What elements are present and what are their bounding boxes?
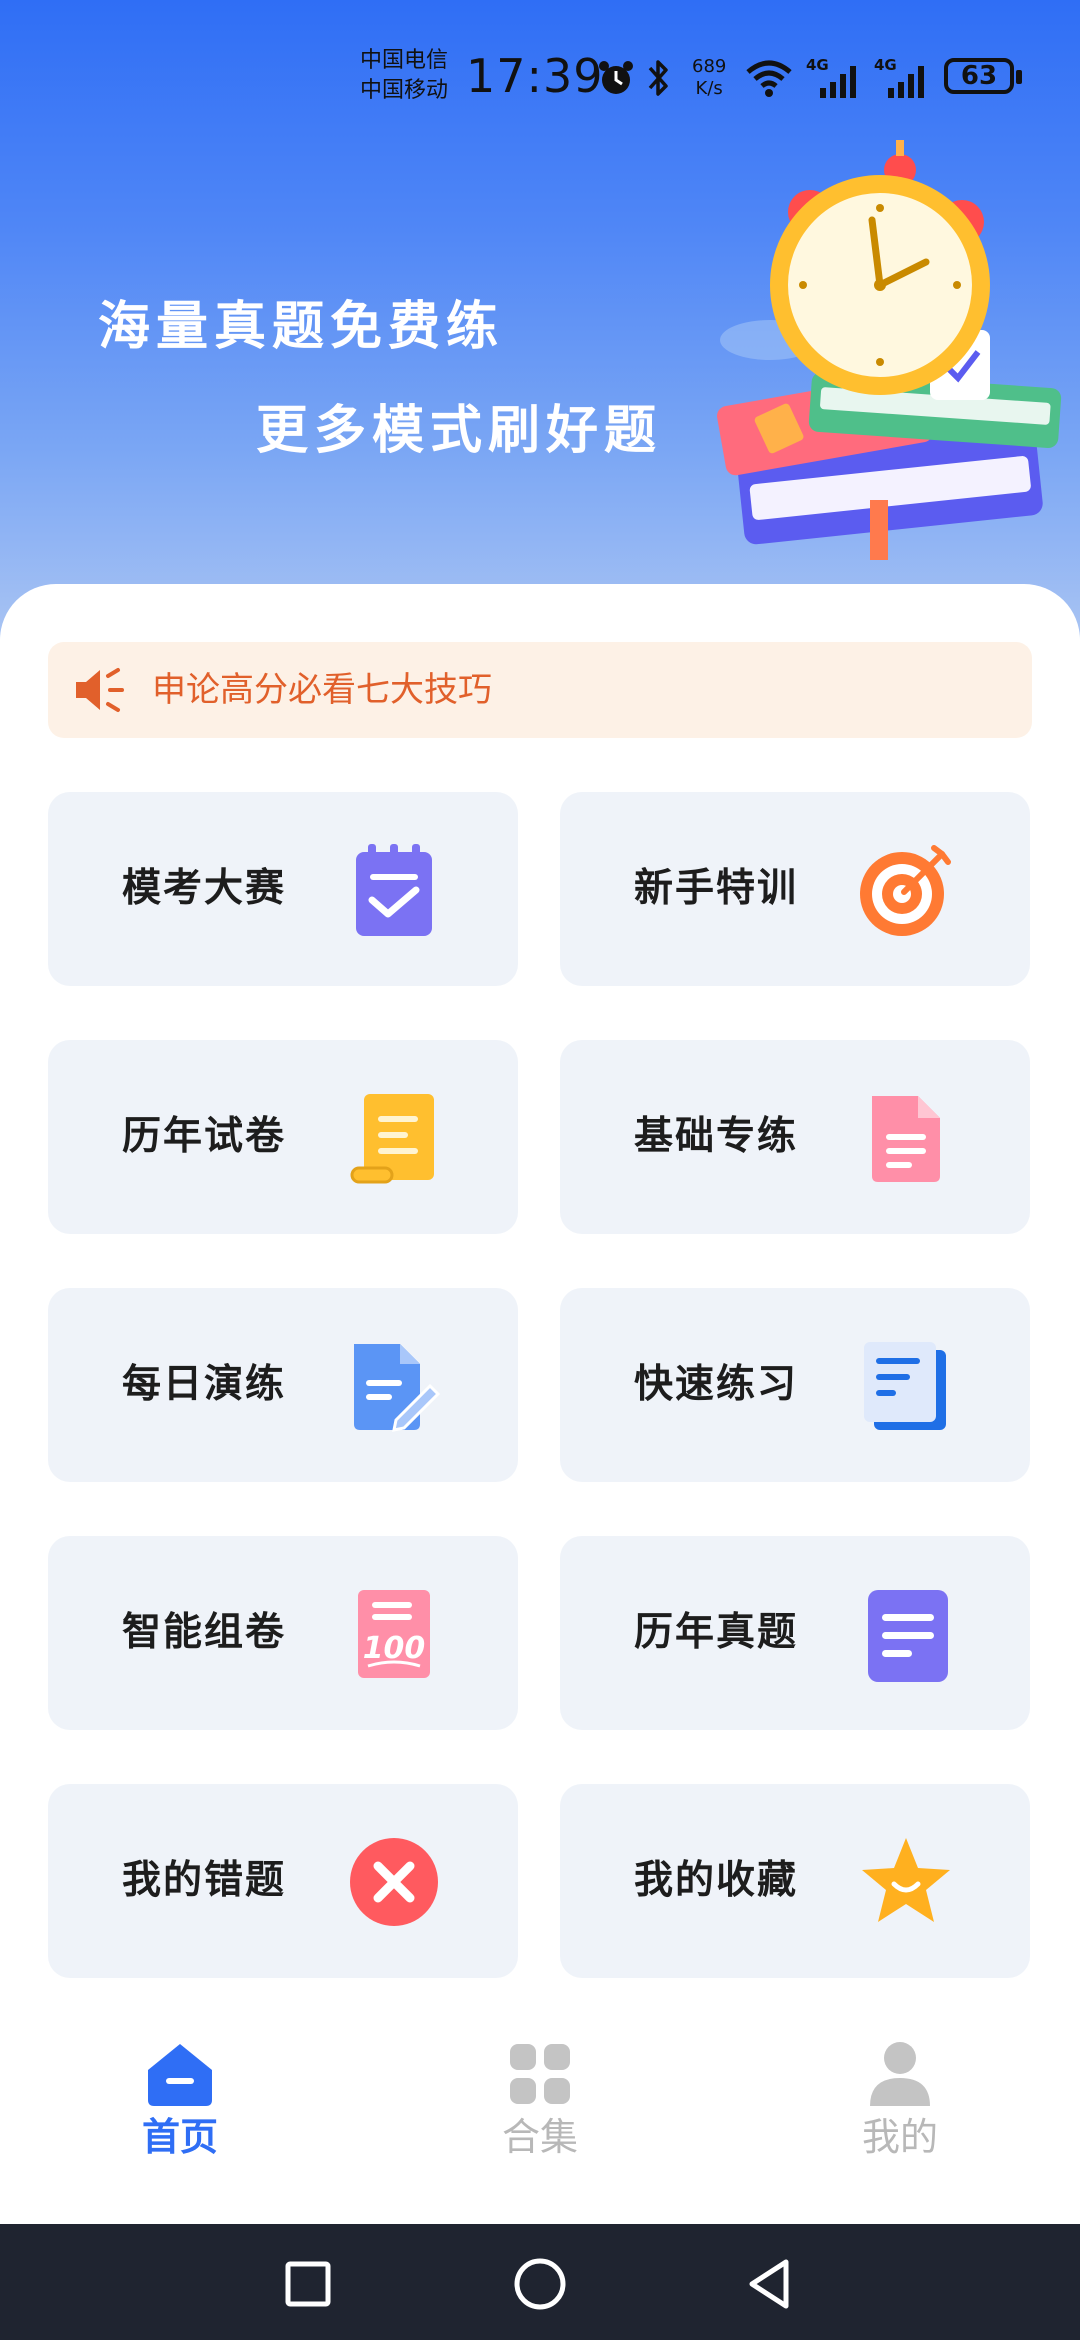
home-circle-icon[interactable] [510, 2254, 570, 2314]
text-document-icon [868, 1590, 948, 1682]
card-past-real-questions[interactable]: 历年真题 [560, 1536, 1030, 1730]
speed-unit: K/s [695, 78, 723, 99]
notice-text: 申论高分必看七大技巧 [152, 670, 492, 710]
card-label: 模考大赛 [122, 866, 287, 911]
signal-bars-2-icon [888, 66, 924, 98]
bottom-tab-bar: 首页 合集 我的 [0, 1998, 1080, 2224]
card-label: 快速练习 [634, 1362, 799, 1407]
signal-2: 4G [874, 56, 934, 100]
card-label: 新手特训 [634, 866, 799, 911]
battery-level: 63 [944, 58, 1022, 94]
target-icon [860, 845, 951, 936]
card-daily-drill[interactable]: 每日演练 [48, 1288, 518, 1482]
card-label: 历年真题 [634, 1610, 799, 1655]
card-label: 我的收藏 [634, 1858, 799, 1903]
system-nav-bar [0, 2224, 1080, 2340]
alarm-icon [599, 61, 633, 94]
tab-collection[interactable]: 合集 [440, 2038, 640, 2178]
card-past-papers[interactable]: 历年试卷 [48, 1040, 518, 1234]
card-label: 每日演练 [122, 1362, 287, 1407]
speed-value: 689 [692, 56, 727, 77]
card-label: 历年试卷 [122, 1114, 287, 1159]
card-beginner-training[interactable]: 新手特训 [560, 792, 1030, 986]
close-circle-icon [350, 1838, 438, 1926]
wifi-icon [746, 60, 792, 97]
notes-icon [864, 1342, 946, 1430]
recent-apps-icon[interactable] [278, 2254, 338, 2314]
carrier-info: 中国电信 中国移动 [360, 46, 448, 106]
notice-banner[interactable]: 申论高分必看七大技巧 [48, 642, 1032, 738]
card-label: 我的错题 [122, 1858, 287, 1903]
tab-home-label: 首页 [141, 2115, 218, 2159]
card-mock-exam[interactable]: 模考大赛 [48, 792, 518, 986]
tab-mine-label: 我的 [861, 2115, 938, 2159]
signal-bars-1-icon [820, 66, 856, 98]
user-icon [870, 2042, 930, 2106]
carrier-1: 中国电信 [360, 48, 449, 73]
network-speed: 689 K/s [692, 56, 726, 100]
speaker-icon [76, 668, 124, 712]
edit-document-icon [354, 1344, 441, 1432]
hero-slogan-2: 更多模式刷好题 [256, 401, 663, 461]
status-bar: 中国电信 中国移动 17:39 689 K/s 4G 4G 63 [0, 40, 1080, 120]
card-smart-paper[interactable]: 智能组卷 100 [48, 1536, 518, 1730]
home-icon [148, 2044, 212, 2106]
content-panel: 申论高分必看七大技巧 模考大赛 新手特训 历年试卷 基础专练 每日演练 快速练习… [0, 584, 1080, 2224]
tab-mine[interactable]: 我的 [800, 2038, 1000, 2178]
carrier-2: 中国移动 [360, 78, 449, 103]
hero-slogan-1: 海量真题免费练 [98, 297, 505, 357]
document-icon [872, 1096, 940, 1182]
card-my-favorites[interactable]: 我的收藏 [560, 1784, 1030, 1978]
card-basic-practice[interactable]: 基础专练 [560, 1040, 1030, 1234]
signal-1: 4G [806, 56, 866, 100]
status-time: 17:39 [466, 49, 604, 103]
star-icon [862, 1838, 950, 1922]
score-100-icon: 100 [358, 1590, 430, 1678]
bluetooth-icon [648, 60, 668, 96]
hero-banner: 中国电信 中国移动 17:39 689 K/s 4G 4G 63 海量真题免费练… [0, 0, 1080, 640]
clipboard-check-icon [356, 844, 432, 936]
scroll-icon [350, 1094, 434, 1184]
tab-collection-label: 合集 [501, 2115, 578, 2159]
card-my-mistakes[interactable]: 我的错题 [48, 1784, 518, 1978]
card-label: 基础专练 [634, 1114, 799, 1159]
grid-icon [510, 2044, 570, 2104]
card-quick-practice[interactable]: 快速练习 [560, 1288, 1030, 1482]
card-label: 智能组卷 [122, 1610, 287, 1655]
back-icon[interactable] [740, 2254, 800, 2314]
tab-home[interactable]: 首页 [80, 2038, 280, 2178]
clock-books-illustration [717, 140, 1062, 560]
